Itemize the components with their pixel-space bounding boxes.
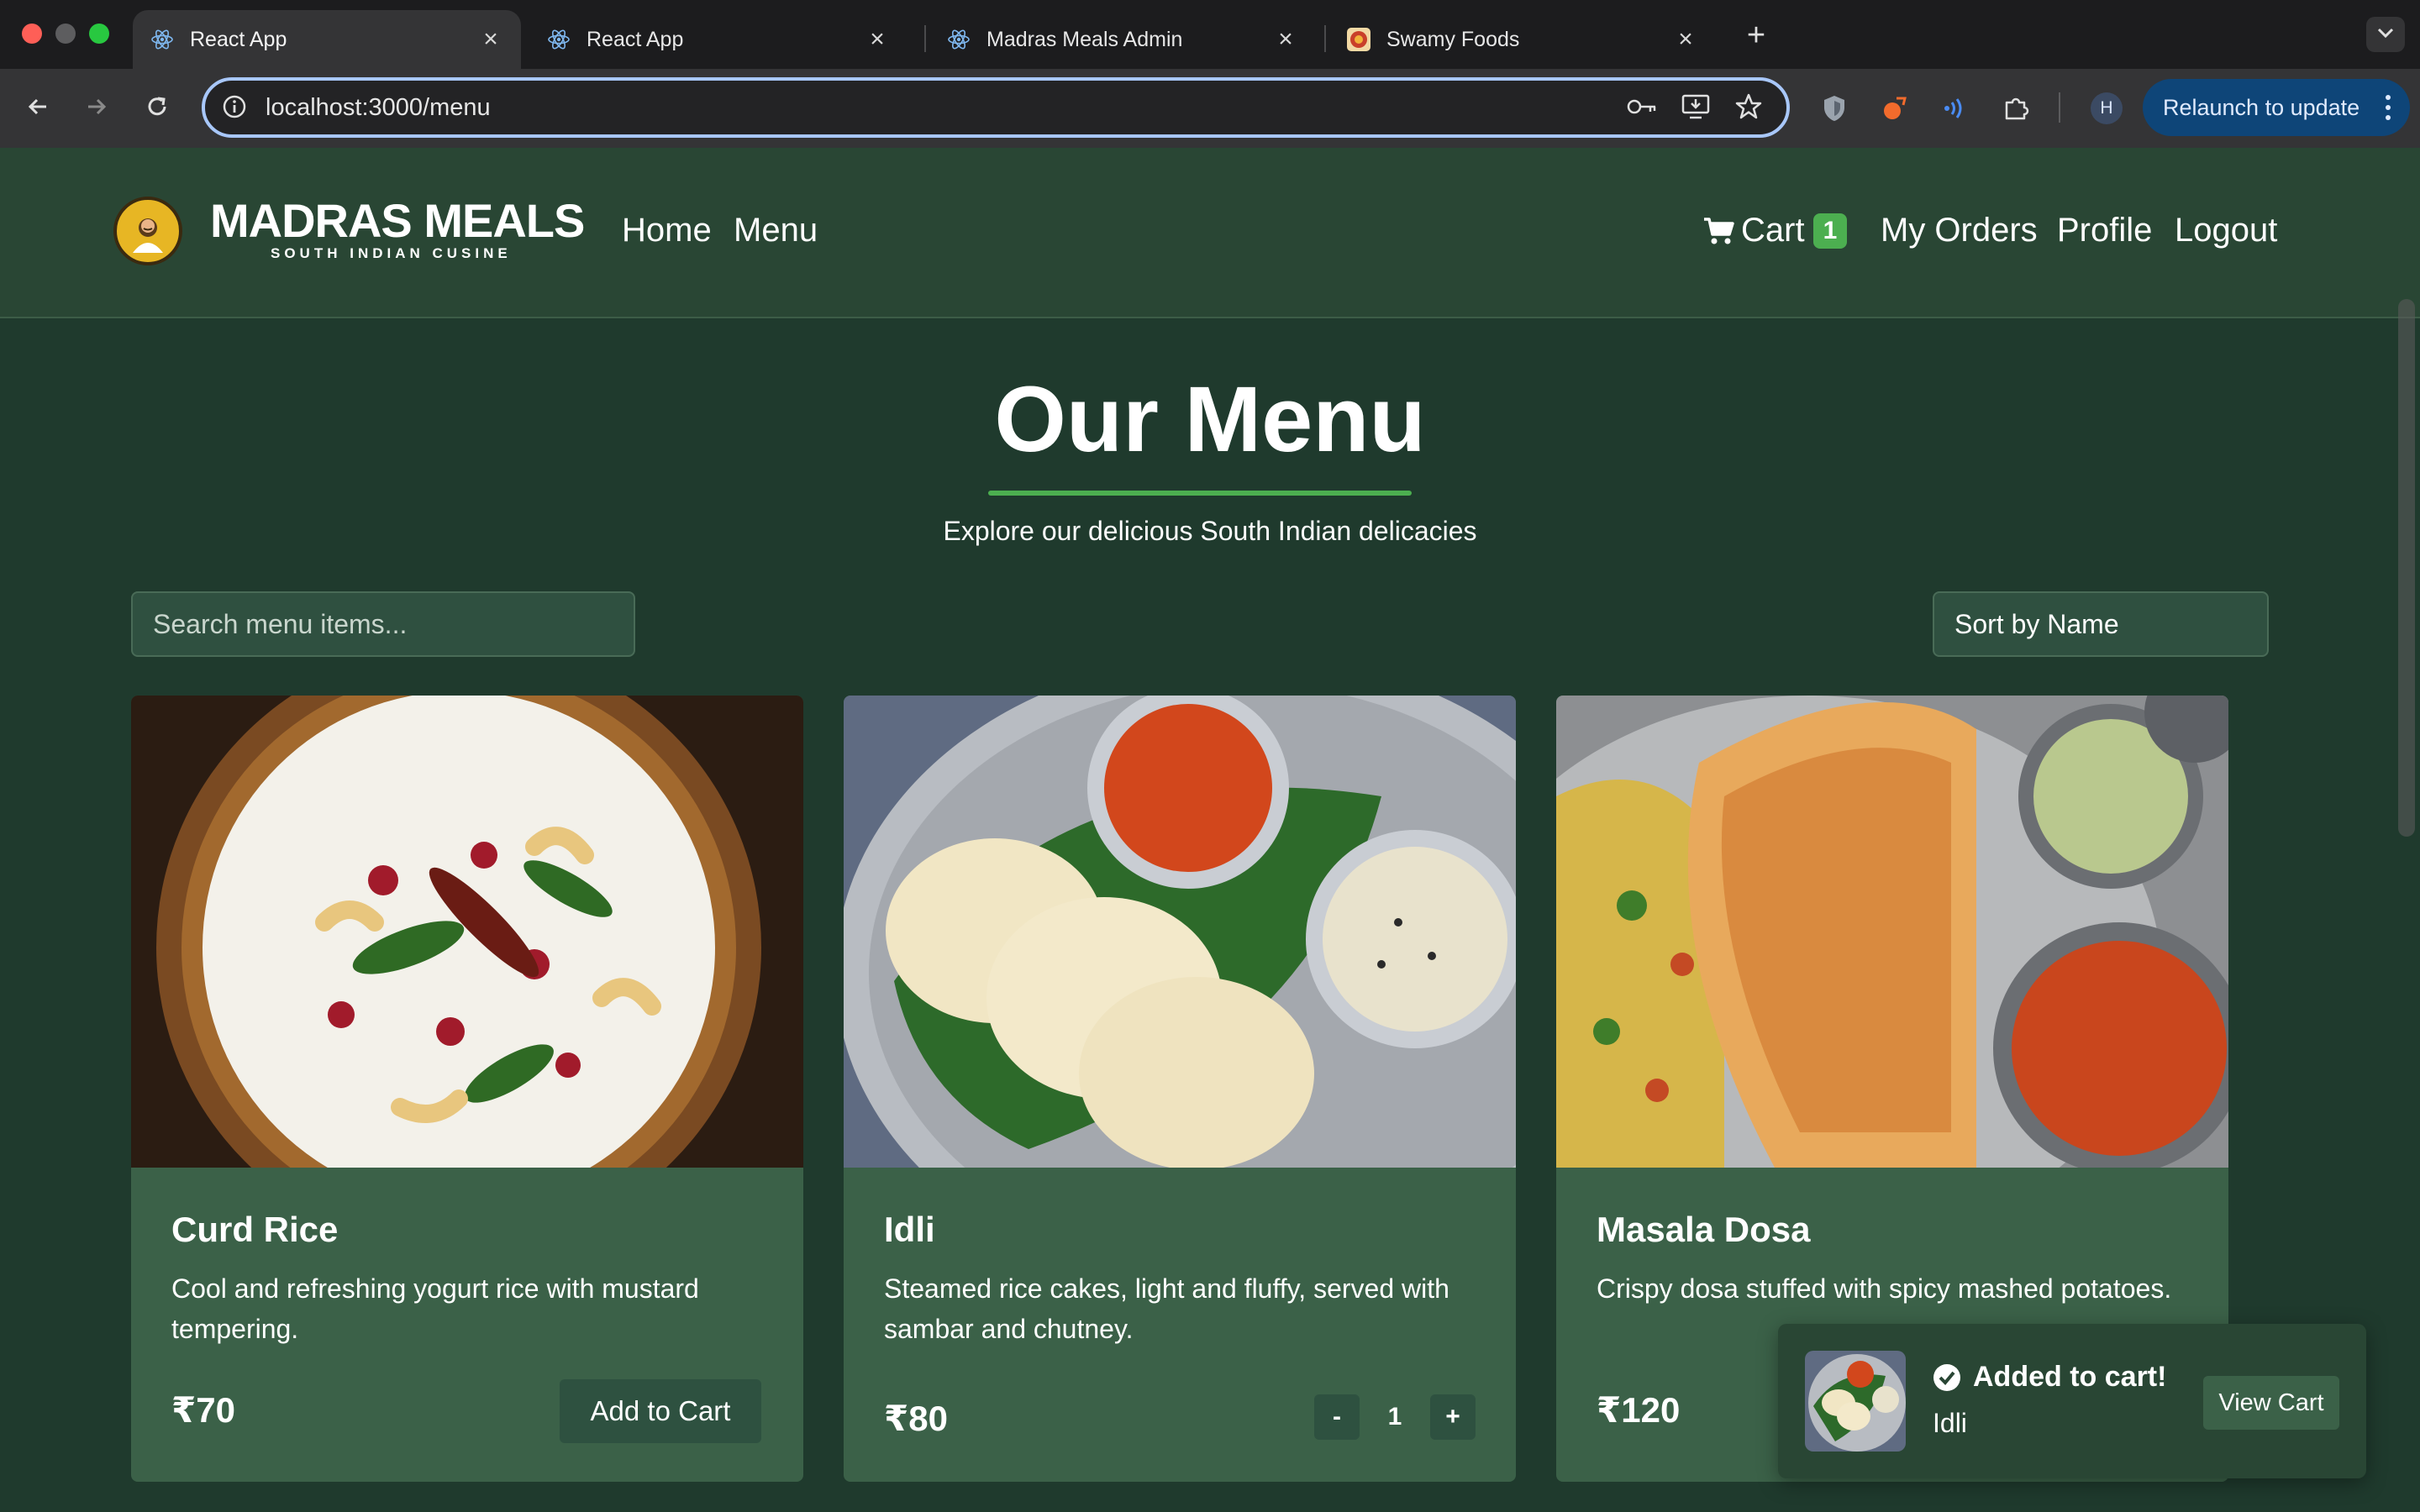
cart-count-badge: 1	[1812, 213, 1848, 249]
view-cart-button[interactable]: View Cart	[2203, 1376, 2339, 1430]
page-subtitle: Explore our delicious South Indian delic…	[943, 516, 1477, 546]
bookmark-star-icon[interactable]	[1734, 92, 1763, 125]
tab-title: Swamy Foods	[1386, 27, 1520, 51]
nav-my-orders[interactable]: My Orders	[1881, 212, 2038, 249]
profile-initial: H	[2091, 92, 2123, 124]
url-text: localhost:3000/menu	[266, 94, 491, 121]
check-circle-icon	[1933, 1363, 1961, 1392]
browser-tab-4[interactable]: Swamy Foods ×	[1329, 10, 1716, 69]
extensions-puzzle-icon[interactable]	[1996, 89, 2035, 128]
page-viewport: MADRAS MEALS SOUTH INDIAN CUSINE Home Me…	[0, 148, 2420, 1512]
forward-arrow-icon	[83, 93, 110, 124]
masala-dosa-image	[1556, 696, 2228, 1250]
decrease-quantity-button[interactable]: -	[1314, 1394, 1360, 1440]
toolbar-divider	[2059, 92, 2060, 123]
react-icon	[946, 27, 971, 52]
react-icon	[150, 27, 175, 52]
sort-select[interactable]: Sort by Name	[1933, 591, 2269, 657]
password-key-icon[interactable]	[1625, 94, 1659, 123]
reload-icon	[144, 93, 171, 124]
brand-name[interactable]: MADRAS MEALS	[210, 193, 585, 248]
profile-avatar[interactable]: H	[2087, 89, 2126, 128]
item-price: ₹70	[171, 1390, 235, 1430]
close-icon[interactable]: ×	[1272, 25, 1299, 53]
swamy-foods-icon	[1346, 27, 1371, 52]
page-scrollbar[interactable]	[2398, 299, 2415, 837]
tab-title: React App	[190, 27, 287, 51]
item-name: Curd Rice	[171, 1210, 339, 1249]
browser-tab-2[interactable]: React App ×	[529, 10, 908, 69]
brand-logo[interactable]	[113, 197, 182, 265]
page-title: Our Menu	[994, 368, 1426, 471]
close-window-button[interactable]	[22, 24, 42, 44]
browser-tab-strip: React App × React App × Madras Meals Adm…	[0, 0, 2420, 69]
react-icon	[546, 27, 571, 52]
back-arrow-icon	[24, 93, 51, 124]
relaunch-label: Relaunch to update	[2163, 94, 2360, 120]
menu-card: Curd Rice Cool and refreshing yogurt ric…	[131, 696, 803, 1482]
forward-button[interactable]	[76, 87, 118, 129]
item-description: Crispy dosa stuffed with spicy mashed po…	[1597, 1273, 2172, 1304]
maximize-window-button[interactable]	[89, 24, 109, 44]
address-bar[interactable]: localhost:3000/menu	[202, 77, 1790, 138]
toast-title: Added to cart!	[1933, 1361, 2166, 1394]
close-icon[interactable]: ×	[1672, 25, 1699, 53]
item-name: Idli	[884, 1210, 935, 1249]
more-vert-icon	[2385, 94, 2391, 127]
toast-item-thumbnail	[1805, 1351, 1906, 1452]
minimize-window-button[interactable]	[55, 24, 76, 44]
reload-button[interactable]	[136, 87, 178, 129]
quantity-value: 1	[1387, 1403, 1402, 1431]
chevron-down-icon	[2376, 27, 2395, 43]
quantity-stepper: - 1 +	[1314, 1394, 1476, 1440]
relaunch-to-update-button[interactable]: Relaunch to update	[2143, 79, 2410, 136]
item-description: Cool and refreshing yogurt rice with mus…	[171, 1273, 699, 1344]
new-tab-button[interactable]: +	[1739, 18, 1773, 53]
item-price: ₹80	[884, 1399, 948, 1438]
browser-tab-1[interactable]: React App ×	[133, 10, 521, 69]
close-icon[interactable]: ×	[477, 25, 504, 53]
back-button[interactable]	[17, 87, 59, 129]
idli-image	[844, 696, 1516, 1292]
tab-divider	[1324, 25, 1326, 52]
install-app-icon[interactable]	[1681, 92, 1711, 125]
site-header: MADRAS MEALS SOUTH INDIAN CUSINE Home Me…	[0, 148, 2420, 318]
added-to-cart-toast: Added to cart! Idli View Cart	[1778, 1324, 2366, 1478]
add-to-cart-button[interactable]: Add to Cart	[560, 1379, 761, 1443]
tab-title: React App	[587, 27, 684, 51]
nav-cart[interactable]: Cart 1	[1702, 212, 1848, 249]
item-name: Masala Dosa	[1597, 1210, 1811, 1249]
voice-extension-icon[interactable]	[1934, 89, 1973, 128]
browser-tab-3[interactable]: Madras Meals Admin ×	[929, 10, 1316, 69]
tab-search-button[interactable]	[2366, 17, 2405, 52]
sort-label: Sort by Name	[1954, 608, 2119, 639]
cart-icon	[1702, 216, 1734, 246]
menu-card: Idli Steamed rice cakes, light and fluff…	[844, 696, 1516, 1482]
title-underline	[988, 491, 1412, 496]
close-icon[interactable]: ×	[864, 25, 891, 53]
tab-divider	[924, 25, 926, 52]
item-price: ₹120	[1597, 1390, 1681, 1430]
toast-item-name: Idli	[1933, 1408, 1967, 1438]
nav-home[interactable]: Home	[622, 212, 712, 249]
item-description: Steamed rice cakes, light and fluffy, se…	[884, 1273, 1449, 1344]
nav-logout[interactable]: Logout	[2175, 212, 2277, 249]
nav-menu[interactable]: Menu	[734, 212, 818, 249]
toast-title-text: Added to cart!	[1973, 1361, 2167, 1393]
nav-profile[interactable]: Profile	[2057, 212, 2152, 249]
search-input[interactable]	[131, 591, 635, 657]
flame-extension-icon[interactable]	[1876, 89, 1914, 128]
cart-label: Cart	[1741, 212, 1805, 249]
curd-rice-image	[131, 696, 803, 1250]
site-info-icon[interactable]	[222, 94, 247, 123]
increase-quantity-button[interactable]: +	[1430, 1394, 1476, 1440]
shield-extension-icon[interactable]	[1815, 89, 1854, 128]
tab-title: Madras Meals Admin	[986, 27, 1183, 51]
brand-tagline: SOUTH INDIAN CUSINE	[271, 245, 512, 261]
